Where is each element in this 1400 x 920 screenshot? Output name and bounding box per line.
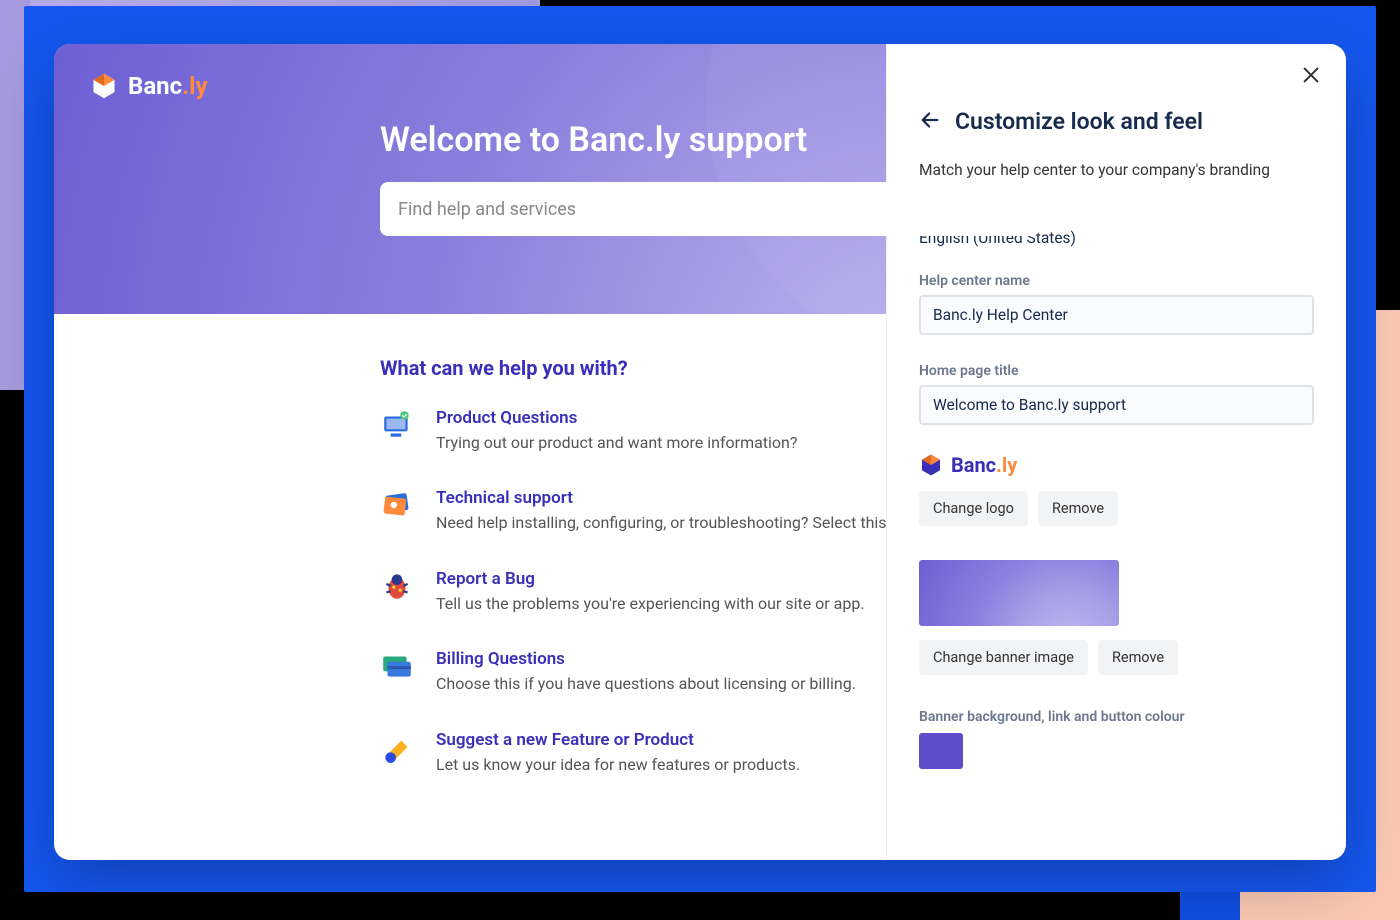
megaphone-icon <box>380 730 414 764</box>
help-center-name-input[interactable] <box>919 295 1314 335</box>
logo-preview-text: Banc.ly <box>951 453 1017 477</box>
brand-logo: Banc.ly <box>90 72 1310 100</box>
change-logo-button[interactable]: Change logo <box>919 491 1028 526</box>
banner-color-swatch[interactable] <box>919 733 963 769</box>
change-banner-button[interactable]: Change banner image <box>919 640 1088 675</box>
help-item-title: Report a Bug <box>436 569 865 589</box>
brand-hexagon-icon <box>919 453 943 477</box>
brand-hexagon-icon <box>90 72 118 100</box>
support-card-icon <box>380 488 414 522</box>
help-item-desc: Choose this if you have questions about … <box>436 673 856 695</box>
credit-card-icon <box>380 649 414 683</box>
home-page-title-label: Home page title <box>919 363 1314 379</box>
bug-icon <box>380 569 414 603</box>
hero-title: Welcome to Banc.ly support <box>380 120 1310 160</box>
help-item-title: Billing Questions <box>436 649 856 669</box>
monitor-icon <box>380 408 414 442</box>
help-item-desc: Trying out our product and want more inf… <box>436 432 797 454</box>
search-input[interactable]: Find help and services <box>380 182 1040 236</box>
brand-name: Banc.ly <box>128 72 208 100</box>
help-item-title: Technical support <box>436 488 905 508</box>
app-window: Banc.ly Welcome to Banc.ly support Find … <box>54 44 1346 860</box>
help-item-desc: Need help installing, configuring, or tr… <box>436 512 905 534</box>
help-item-desc: Tell us the problems you're experiencing… <box>436 593 865 615</box>
logo-preview: Banc.ly <box>919 453 1314 477</box>
help-center-name-label: Help center name <box>919 273 1314 289</box>
help-item-title: Suggest a new Feature or Product <box>436 730 800 750</box>
remove-banner-button[interactable]: Remove <box>1098 640 1178 675</box>
help-item-desc: Let us know your idea for new features o… <box>436 754 800 776</box>
search-placeholder: Find help and services <box>398 199 576 220</box>
banner-preview <box>919 560 1119 626</box>
help-item-title: Product Questions <box>436 408 797 428</box>
home-page-title-input[interactable] <box>919 385 1314 425</box>
banner-color-label: Banner background, link and button colou… <box>919 709 1314 725</box>
remove-logo-button[interactable]: Remove <box>1038 491 1118 526</box>
